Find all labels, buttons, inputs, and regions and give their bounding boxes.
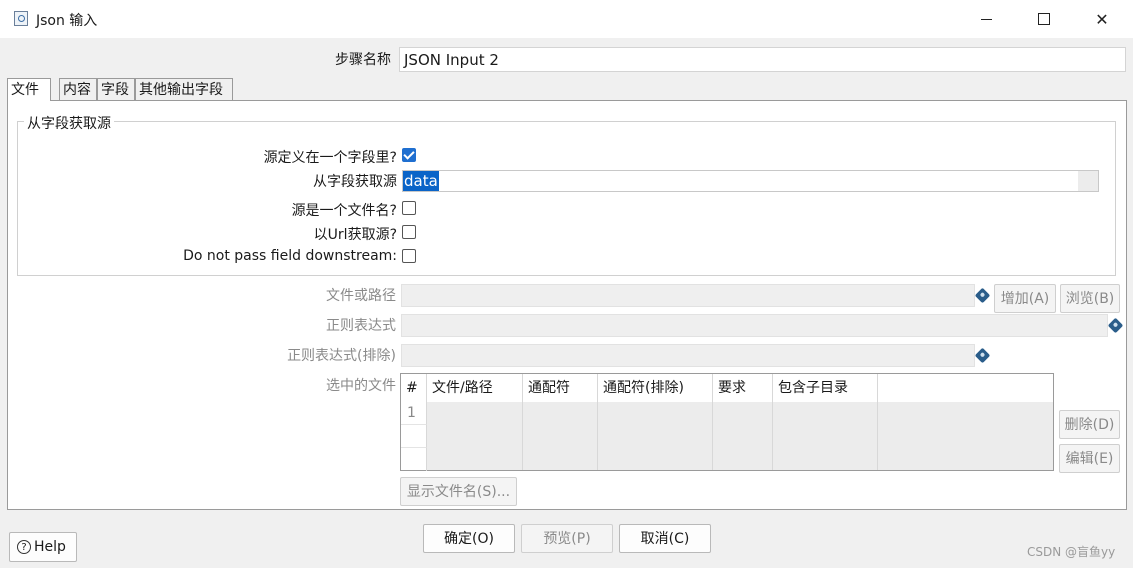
help-label: Help xyxy=(34,539,66,555)
cancel-button[interactable]: 取消(C) xyxy=(619,524,711,553)
column-header[interactable]: 要求 xyxy=(713,374,773,402)
preview-button[interactable]: 预览(P) xyxy=(521,524,613,553)
table-cell[interactable] xyxy=(773,402,878,470)
watermark: CSDN @盲鱼yy xyxy=(1027,545,1116,559)
source-is-filename-label: 源是一个文件名? xyxy=(291,203,397,219)
source-field-select[interactable] xyxy=(402,170,1099,192)
group-title: 从字段获取源 xyxy=(24,113,114,133)
app-icon xyxy=(14,11,28,26)
close-icon: ✕ xyxy=(1095,9,1109,29)
step-name-label: 步骤名称 xyxy=(335,52,391,68)
ok-button[interactable]: 确定(O) xyxy=(423,524,515,553)
table-cell[interactable] xyxy=(713,402,773,470)
selected-files-table[interactable]: # 文件/路径 通配符 通配符(排除) 要求 包含子目录 1 xyxy=(400,373,1054,471)
regex-exclude-input[interactable] xyxy=(401,344,975,367)
edit-button[interactable]: 编辑(E) xyxy=(1059,444,1120,473)
column-header[interactable]: 文件/路径 xyxy=(427,374,523,402)
table-cell[interactable] xyxy=(878,402,1053,470)
column-header[interactable]: 通配符 xyxy=(523,374,598,402)
dropdown-arrow-icon[interactable] xyxy=(1078,171,1098,191)
window-title: Json 输入 xyxy=(36,13,98,29)
table-row-number xyxy=(401,425,427,448)
source-in-field-checkbox[interactable] xyxy=(402,148,416,162)
column-header[interactable]: # xyxy=(401,374,427,402)
table-cell[interactable] xyxy=(523,402,598,470)
tab-fields[interactable]: 字段 xyxy=(97,78,135,100)
source-in-field-label: 源定义在一个字段里? xyxy=(263,150,397,166)
read-url-label: 以Url获取源? xyxy=(313,227,397,243)
table-cell[interactable] xyxy=(598,402,713,470)
selected-files-label: 选中的文件 xyxy=(326,378,396,394)
add-button[interactable]: 增加(A) xyxy=(994,284,1056,313)
tab-other-output-fields[interactable]: 其他输出字段 xyxy=(135,78,233,100)
read-url-checkbox[interactable] xyxy=(402,225,416,239)
help-icon: ? xyxy=(17,540,31,554)
maximize-button[interactable] xyxy=(1015,0,1073,38)
minimize-button[interactable] xyxy=(957,0,1015,38)
table-row-number xyxy=(401,448,427,471)
tab-content[interactable]: 内容 xyxy=(59,78,97,100)
file-path-label: 文件或路径 xyxy=(326,288,396,304)
delete-button[interactable]: 删除(D) xyxy=(1059,410,1120,439)
do-not-pass-checkbox[interactable] xyxy=(402,249,416,263)
source-is-filename-checkbox[interactable] xyxy=(402,201,416,215)
close-button[interactable]: ✕ xyxy=(1073,0,1131,38)
tab-file[interactable]: 文件 xyxy=(7,78,51,101)
help-button[interactable]: ? Help xyxy=(9,532,77,562)
source-field-value: data xyxy=(403,171,439,191)
show-filenames-button[interactable]: 显示文件名(S)... xyxy=(400,477,517,506)
column-header[interactable]: 包含子目录 xyxy=(773,374,878,402)
source-field-label: 从字段获取源 xyxy=(313,174,397,190)
do-not-pass-label: Do not pass field downstream: xyxy=(183,248,397,264)
minimize-icon xyxy=(980,18,992,20)
regex-label: 正则表达式 xyxy=(326,318,396,334)
regex-exclude-label: 正则表达式(排除) xyxy=(287,348,396,364)
maximize-icon xyxy=(1038,13,1050,25)
table-row-number: 1 xyxy=(401,402,427,425)
regex-input[interactable] xyxy=(401,314,1108,337)
table-cell[interactable] xyxy=(427,402,523,470)
step-name-input[interactable]: JSON Input 2 xyxy=(399,47,1126,72)
browse-button[interactable]: 浏览(B) xyxy=(1060,284,1120,313)
column-header[interactable]: 通配符(排除) xyxy=(598,374,713,402)
file-path-input[interactable] xyxy=(401,284,975,307)
